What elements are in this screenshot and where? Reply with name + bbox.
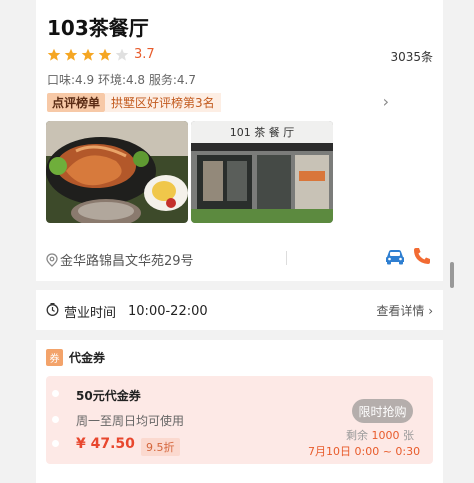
voucher-title: 50元代金券 — [76, 389, 141, 403]
bullet-dot — [52, 416, 59, 423]
car-icon[interactable] — [384, 248, 406, 270]
bullet-dot — [52, 390, 59, 397]
address-text: 金华路锦昌文华苑29号 — [60, 254, 194, 269]
food-photo[interactable] — [46, 121, 188, 223]
voucher-price: ¥ 47.50 — [76, 436, 135, 452]
restaurant-name: 103茶餐厅 — [47, 16, 149, 40]
ranking-badge[interactable]: 点评榜单 拱墅区好评榜第3名 — [47, 92, 221, 112]
voucher-badge-icon: 券 — [46, 349, 63, 366]
review-count[interactable]: 3035条 — [390, 48, 433, 65]
star-icon — [115, 48, 129, 61]
address-row[interactable]: 金华路锦昌文华苑29号 — [46, 250, 194, 269]
star-icon — [81, 48, 95, 61]
storefront-photo[interactable]: 101 茶 餐 厅 — [191, 121, 333, 223]
rating-value: 3.7 — [134, 47, 155, 62]
voucher-remaining: 剩余 1000 张 — [346, 427, 414, 443]
phone-icon[interactable] — [412, 246, 432, 270]
restaurant-info-card: 103茶餐厅 3.7 3035条 口味:4.9 环境:4.8 服务:4.7 点评… — [36, 0, 443, 281]
hours-label: 营业时间 — [64, 306, 117, 321]
location-pin-icon — [46, 252, 58, 267]
divider — [286, 251, 287, 265]
sub-scores: 口味:4.9 环境:4.8 服务:4.7 — [47, 73, 197, 87]
business-hours-row[interactable]: 营业时间 10:00-22:00 查看详情 › — [36, 290, 443, 330]
storefront-sign-text: 101 茶 餐 厅 — [230, 125, 295, 139]
remaining-suffix: 张 — [403, 429, 414, 442]
star-icon — [98, 48, 112, 61]
voucher-item[interactable]: 50元代金券 周一至周日均可使用 ¥ 47.50 9.5折 限时抢购 剩余 10… — [46, 376, 433, 464]
remaining-count: 1000 — [371, 429, 400, 442]
ranking-text: 拱墅区好评榜第3名 — [105, 92, 221, 112]
remaining-prefix: 剩余 — [346, 429, 368, 442]
chevron-right-icon[interactable]: › — [383, 92, 389, 111]
voucher-discount: 9.5折 — [141, 438, 180, 456]
voucher-section-title: 代金券 — [69, 351, 106, 365]
rating-row: 3.7 — [47, 47, 155, 62]
voucher-header: 券 代金券 — [46, 349, 105, 366]
hours-time: 10:00-22:00 — [128, 304, 208, 319]
voucher-section: 券 代金券 50元代金券 周一至周日均可使用 ¥ 47.50 9.5折 限时抢购… — [36, 340, 443, 483]
view-details-link[interactable]: 查看详情 › — [376, 302, 433, 319]
star-icon — [64, 48, 78, 61]
ranking-tag: 点评榜单 — [47, 92, 106, 112]
star-icon — [47, 48, 61, 61]
flash-sale-button[interactable]: 限时抢购 — [352, 399, 413, 423]
bullet-dot — [52, 440, 59, 447]
voucher-sale-time: 7月10日 0:00 ~ 0:30 — [308, 445, 421, 458]
scrollbar[interactable] — [450, 262, 454, 288]
hours-info: 营业时间 10:00-22:00 — [46, 302, 208, 321]
voucher-subtitle: 周一至周日均可使用 — [76, 414, 185, 428]
clock-icon — [46, 303, 59, 316]
